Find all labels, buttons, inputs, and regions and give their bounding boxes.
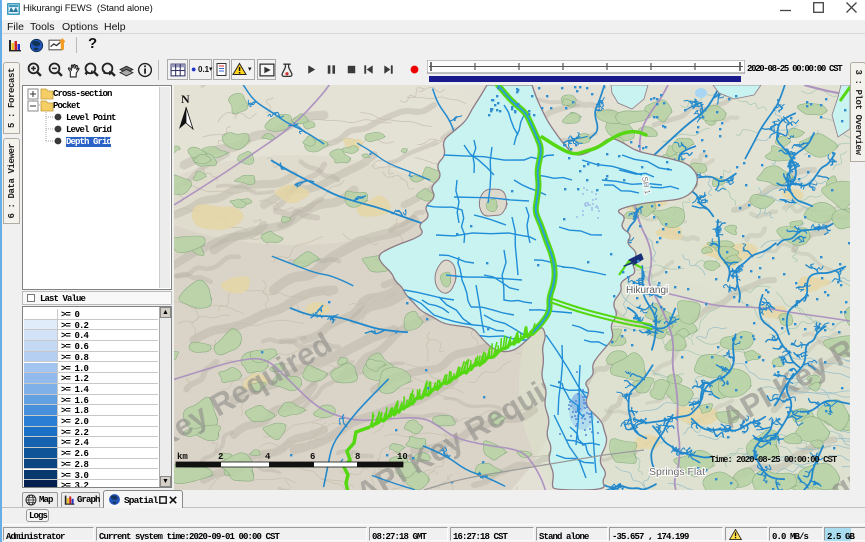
svg-text:km: km [177,452,188,462]
svg-text:Hikurangi: Hikurangi [626,285,668,296]
svg-text:10: 10 [397,452,408,462]
svg-text:Time: 2020-08-25 00:00:00 CST: Time: 2020-08-25 00:00:00 CST [710,455,838,465]
svg-text:N: N [181,92,190,106]
svg-text:4: 4 [265,452,271,462]
svg-text:Springs Flat: Springs Flat [649,466,705,478]
svg-text:8: 8 [355,452,360,462]
svg-text:6: 6 [310,452,315,462]
svg-text:2: 2 [218,452,223,462]
